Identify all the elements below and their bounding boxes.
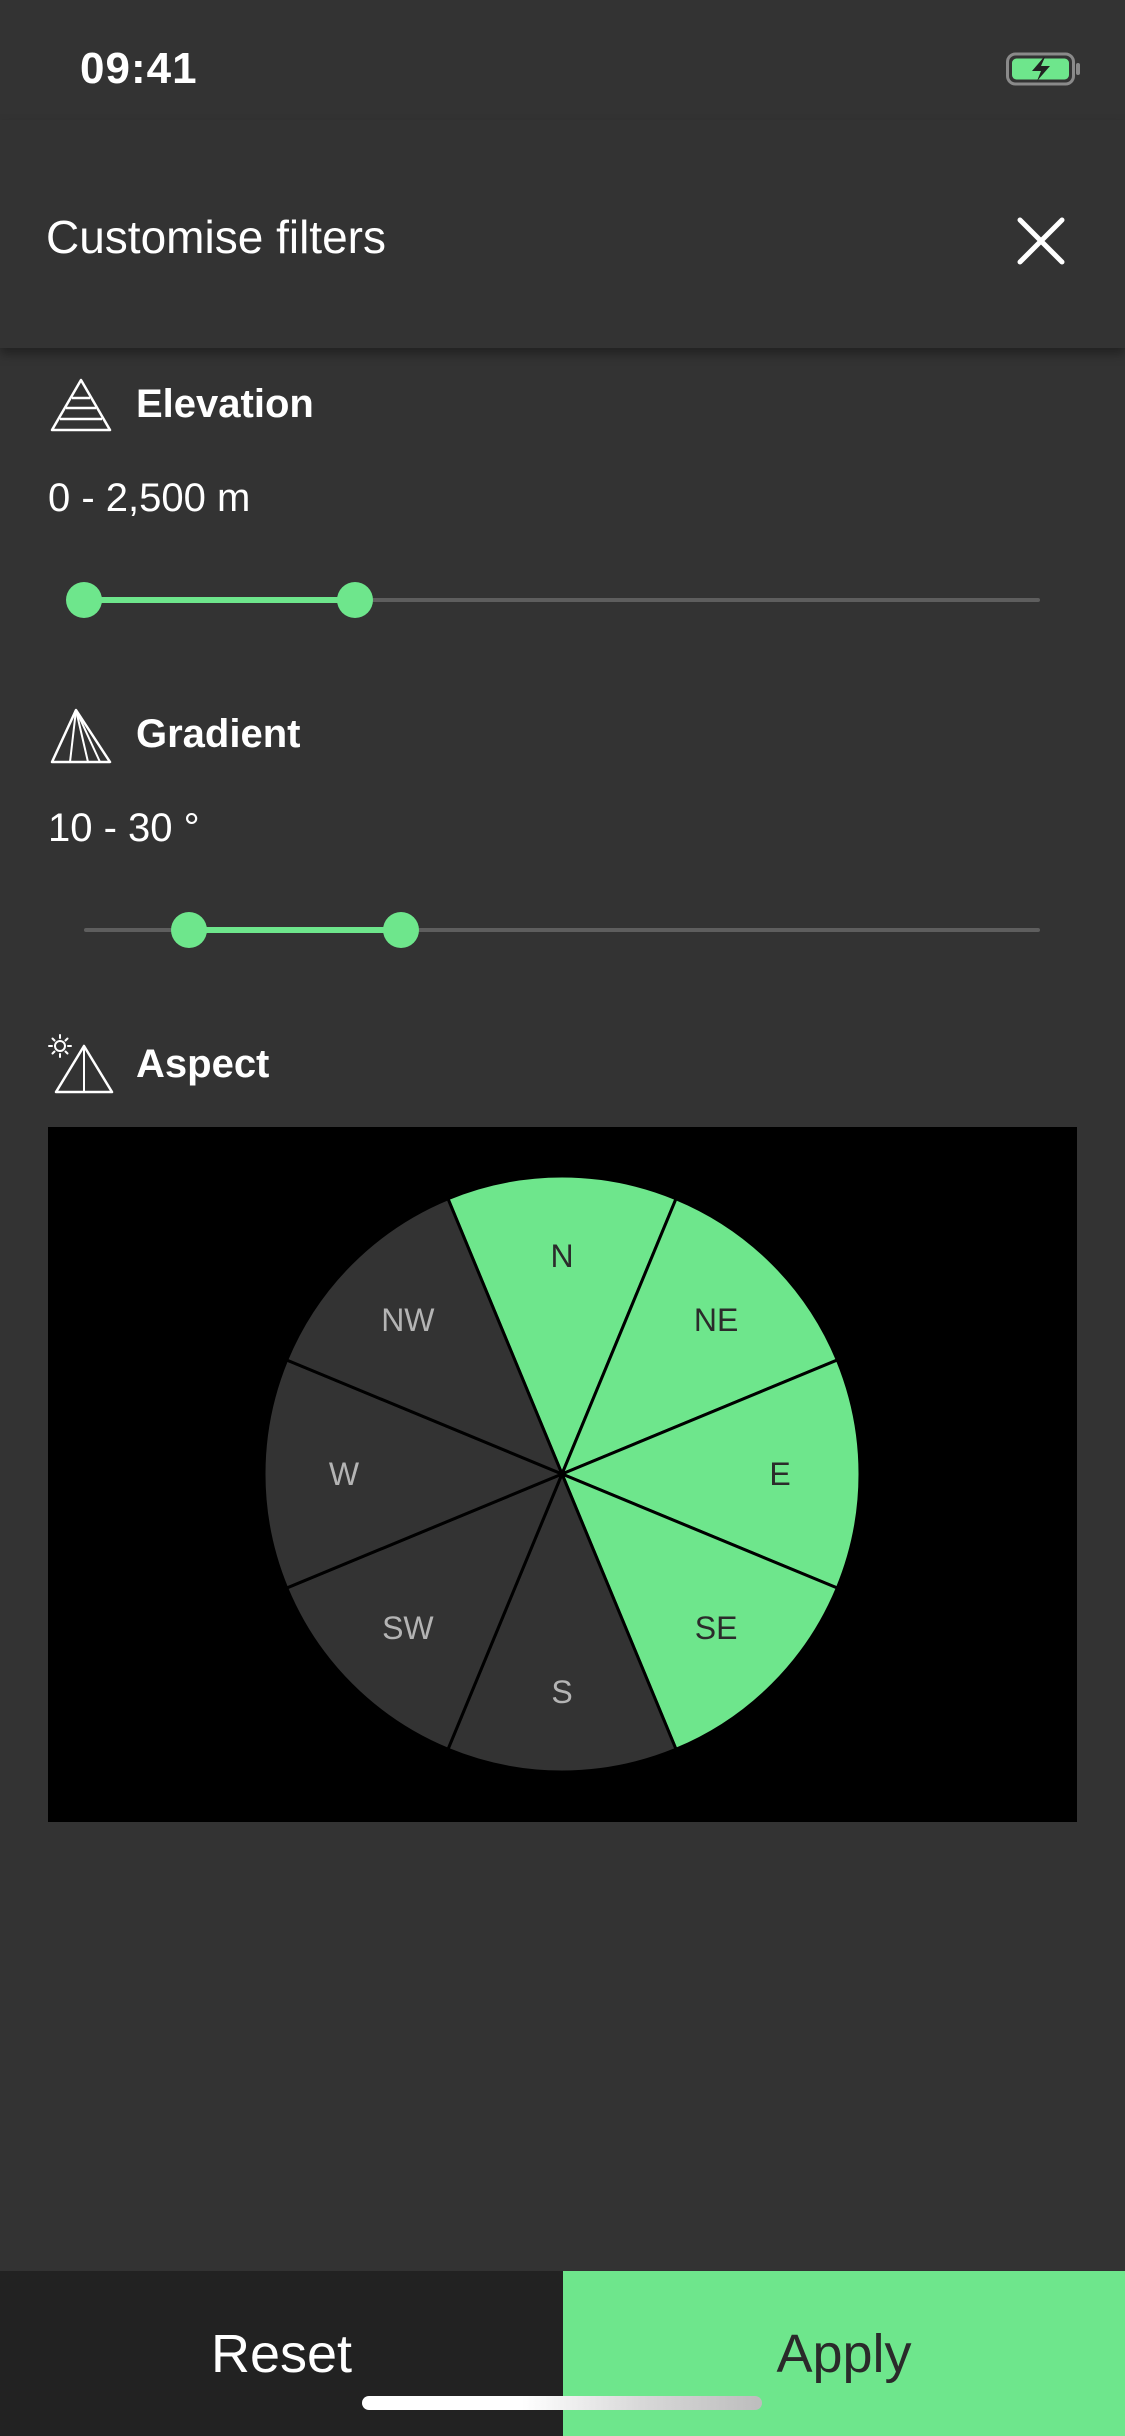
bottom-action-bar: Reset Apply xyxy=(0,2271,1125,2436)
apply-button-label: Apply xyxy=(776,2324,912,2384)
gradient-min-thumb[interactable] xyxy=(171,912,208,948)
elevation-section-header: Elevation xyxy=(48,372,648,438)
aspect-sector-label-n: N xyxy=(550,1238,573,1274)
gradient-max-thumb[interactable] xyxy=(383,912,420,948)
aspect-sector-label-ne: NE xyxy=(694,1302,738,1338)
status-bar: 09:41 xyxy=(0,0,1125,120)
aspect-selector: N NE E SE S SW W NW xyxy=(48,1127,1077,1822)
gradient-range-slider[interactable] xyxy=(84,900,1040,960)
elevation-icon xyxy=(50,378,112,432)
aspect-label: Aspect xyxy=(136,1042,270,1086)
aspect-sector-label-e: E xyxy=(769,1456,790,1492)
elevation-min-thumb[interactable] xyxy=(66,582,102,618)
aspect-sector-label-s: S xyxy=(551,1674,572,1710)
status-time: 09:41 xyxy=(80,44,198,93)
elevation-range-slider[interactable] xyxy=(66,570,1040,630)
reset-button[interactable]: Reset xyxy=(0,2271,563,2436)
aspect-sector-label-nw: NW xyxy=(381,1302,435,1338)
aspect-compass-wheel: N NE E SE S SW W NW xyxy=(262,1174,862,1774)
aspect-section-header: Aspect xyxy=(48,1032,648,1098)
close-icon[interactable] xyxy=(1010,210,1072,272)
home-indicator xyxy=(362,2396,762,2410)
elevation-range-text: 0 - 2,500 m xyxy=(48,476,251,520)
gradient-icon xyxy=(50,708,112,764)
apply-button[interactable]: Apply xyxy=(563,2271,1125,2436)
gradient-section-header: Gradient xyxy=(48,702,648,768)
elevation-label: Elevation xyxy=(136,382,314,426)
aspect-icon xyxy=(48,1034,114,1094)
elevation-slider-fill xyxy=(84,597,355,603)
reset-button-label: Reset xyxy=(210,2324,353,2384)
gradient-range-text: 10 - 30 ° xyxy=(48,806,200,850)
aspect-sector-label-sw: SW xyxy=(382,1610,434,1646)
battery-charging-icon xyxy=(1006,52,1080,86)
page-title: Customise filters xyxy=(46,211,386,263)
header: Customise filters xyxy=(0,120,1125,348)
aspect-sector-label-se: SE xyxy=(695,1610,738,1646)
gradient-slider-fill xyxy=(189,927,402,933)
gradient-label: Gradient xyxy=(136,712,301,756)
elevation-max-thumb[interactable] xyxy=(336,582,373,618)
aspect-sector-label-w: W xyxy=(329,1456,360,1492)
